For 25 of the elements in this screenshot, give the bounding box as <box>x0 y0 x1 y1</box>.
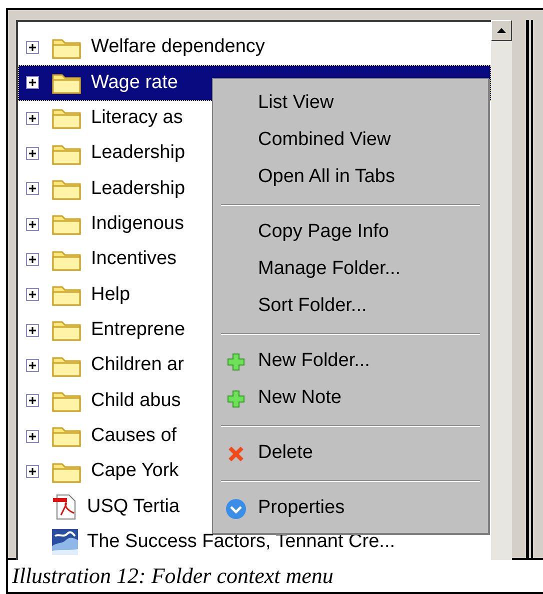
item-label: USQ Tertia <box>87 494 180 519</box>
item-label: Help <box>91 282 130 307</box>
menu-item-label: Combined View <box>258 128 391 152</box>
item-label: Child abus <box>91 388 181 413</box>
item-label: Cape York <box>91 459 179 484</box>
item-label: Wage rate <box>91 70 178 95</box>
menu-item-label: Delete <box>258 441 313 466</box>
menu-item-label: Open All in Tabs <box>258 165 395 190</box>
menu-item-label: New Note <box>258 386 342 410</box>
item-label: Leadership <box>91 141 186 166</box>
item-label: Leadership <box>91 176 186 201</box>
item-label: Literacy as <box>91 106 183 130</box>
menu-item-label: List View <box>258 91 334 116</box>
menu-item-label: Properties <box>258 496 345 520</box>
figure-caption: Illustration 12: Folder context menu <box>11 562 334 590</box>
menu-item-label: Manage Folder... <box>258 257 401 282</box>
item-label: Indigenous <box>91 212 184 236</box>
item-label: Incentives <box>91 247 177 272</box>
item-label: Causes of <box>91 424 177 448</box>
menu-item-label: New Folder... <box>258 349 370 374</box>
menu-item-label: Sort Folder... <box>258 294 367 318</box>
item-label: Welfare dependency <box>91 35 265 60</box>
item-label: Entreprene <box>91 318 186 342</box>
item-label: Children ar <box>91 353 184 378</box>
menu-item-label: Copy Page Info <box>258 220 389 244</box>
